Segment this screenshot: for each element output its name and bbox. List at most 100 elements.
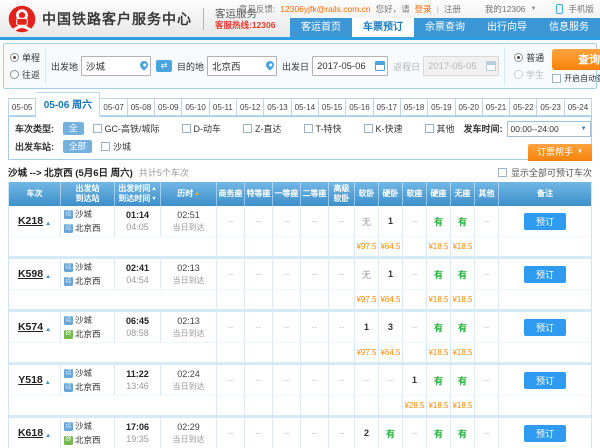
date-tab-05-11[interactable]: 05-11	[210, 98, 237, 116]
col-header-1[interactable]: 出发站到达站	[61, 182, 115, 206]
expand-icon[interactable]: ▲	[45, 380, 51, 386]
col-header-12[interactable]: 硬座	[427, 182, 451, 206]
checkbox-icon[interactable]	[364, 124, 373, 133]
col-header-15[interactable]: 备注	[499, 182, 591, 206]
station-all-chip[interactable]: 全部	[63, 140, 92, 153]
price-cell	[245, 237, 273, 256]
book-button[interactable]: 预订	[524, 266, 566, 283]
book-button[interactable]: 预订	[524, 425, 566, 442]
checkbox-icon[interactable]	[552, 74, 561, 83]
date-tab-05-08[interactable]: 05-08	[128, 98, 155, 116]
col-header-7[interactable]: 二等座	[301, 182, 329, 206]
book-button[interactable]: 预订	[524, 213, 566, 230]
show-all-option[interactable]: 显示全部可预订车次	[498, 166, 592, 179]
date-tab-05-15[interactable]: 05-15	[319, 98, 346, 116]
radio-icon[interactable]	[10, 70, 19, 79]
query-button[interactable]: 查询	[552, 49, 600, 70]
train-type-filter[interactable]: 其他	[425, 122, 455, 135]
col-header-3[interactable]: 历时▲	[161, 182, 217, 206]
booking-helper-button[interactable]: 订票帮手 ▼	[528, 144, 592, 161]
checkbox-icon[interactable]	[243, 124, 252, 133]
date-tab-05-24[interactable]: 05-24	[565, 98, 592, 116]
price-cell	[355, 396, 379, 415]
checkbox-icon[interactable]	[182, 124, 191, 133]
col-header-5[interactable]: 特等座	[245, 182, 273, 206]
col-header-13[interactable]: 无座	[451, 182, 475, 206]
date-tab-05-05[interactable]: 05-05	[8, 98, 36, 116]
train-number-link[interactable]: Y518	[18, 374, 43, 386]
depart-time-select[interactable]: 00:00--24:00 ▼	[507, 121, 591, 137]
checkbox-icon[interactable]	[425, 124, 434, 133]
date-tab-05-07[interactable]: 05-07	[100, 98, 127, 116]
train-type-filter[interactable]: Z-直达	[243, 122, 282, 135]
train-type-filter[interactable]: GC-高铁/城际	[93, 122, 160, 135]
nav-tab-remaining-tickets[interactable]: 余票查询	[414, 18, 476, 37]
train-number-link[interactable]: K598	[18, 268, 43, 280]
date-tab-05-19[interactable]: 05-19	[428, 98, 455, 116]
trip-single-radio[interactable]: 单程	[10, 51, 40, 64]
checkbox-icon[interactable]	[93, 124, 102, 133]
checkbox-icon[interactable]	[101, 142, 110, 151]
date-tab-05-16[interactable]: 05-16	[346, 98, 373, 116]
train-number-link[interactable]: K574	[18, 321, 43, 333]
radio-icon[interactable]	[10, 53, 19, 62]
date-tab-05-12[interactable]: 05-12	[237, 98, 264, 116]
seat-availability-cell: --	[329, 418, 355, 448]
feedback-email-link[interactable]: 12306yjfk@rails.com.cn	[280, 4, 370, 14]
train-type-filter[interactable]: K-快速	[364, 122, 403, 135]
train-number-link[interactable]: K618	[18, 427, 43, 439]
checkbox-icon[interactable]	[498, 168, 507, 177]
date-tab-05-18[interactable]: 05-18	[401, 98, 428, 116]
nav-tab-home[interactable]: 客运首页	[290, 18, 352, 37]
date-tab-05-14[interactable]: 05-14	[292, 98, 319, 116]
col-header-11[interactable]: 软座	[403, 182, 427, 206]
swap-stations-icon[interactable]: ⇄	[156, 60, 172, 72]
login-link[interactable]: 登录	[415, 3, 432, 15]
col-header-14[interactable]: 其他	[475, 182, 499, 206]
date-tab-05-13[interactable]: 05-13	[264, 98, 291, 116]
date-tab-05-22[interactable]: 05-22	[510, 98, 537, 116]
date-tab-05-06[interactable]: 05-06 周六	[36, 92, 100, 117]
trip-round-radio[interactable]: 往返	[10, 68, 40, 81]
duration-value: 02:13	[177, 316, 200, 326]
col-header-0[interactable]: 车次	[9, 182, 61, 206]
col-header-6[interactable]: 一等座	[273, 182, 301, 206]
register-link[interactable]: 注册	[444, 3, 461, 15]
col-header-9[interactable]: 软卧	[355, 182, 379, 206]
date-tab-05-21[interactable]: 05-21	[483, 98, 510, 116]
train-type-filter[interactable]: T-特快	[304, 122, 342, 135]
nav-tab-info-service[interactable]: 信息服务	[538, 18, 600, 37]
depart-station-filter[interactable]: 沙城	[101, 140, 131, 153]
book-button[interactable]: 预订	[524, 319, 566, 336]
date-tab-05-17[interactable]: 05-17	[374, 98, 401, 116]
date-tab-05-10[interactable]: 05-10	[182, 98, 209, 116]
station-cell: 过沙城过北京西	[61, 259, 115, 289]
train-type-all-chip[interactable]: 全部	[63, 122, 84, 135]
date-tab-05-09[interactable]: 05-09	[155, 98, 182, 116]
checkbox-icon[interactable]	[304, 124, 313, 133]
date-tab-05-20[interactable]: 05-20	[456, 98, 483, 116]
radio-icon[interactable]	[514, 53, 523, 62]
nav-tab-travel-guide[interactable]: 出行向导	[476, 18, 538, 37]
col-header-10[interactable]: 硬卧	[379, 182, 403, 206]
col-header-8[interactable]: 高级软卧	[329, 182, 355, 206]
mobile-version-link[interactable]: 手机版	[568, 3, 594, 15]
expand-icon[interactable]: ▲	[45, 327, 51, 333]
expand-icon[interactable]: ▲	[45, 274, 51, 280]
col-header-4[interactable]: 商务座	[217, 182, 245, 206]
my12306-menu[interactable]: 我的12306	[485, 3, 526, 15]
train-number-link[interactable]: K218	[18, 215, 43, 227]
book-button[interactable]: 预订	[524, 372, 566, 389]
calendar-icon[interactable]	[375, 61, 385, 71]
train-type-filter[interactable]: D-动车	[182, 122, 222, 135]
price-cell	[475, 396, 499, 415]
col-header-2[interactable]: 出发时间▲到达时间▼	[115, 182, 161, 206]
chevron-down-icon[interactable]: ▼	[531, 6, 537, 12]
nav-tab-booking[interactable]: 车票预订	[352, 18, 414, 37]
auto-query-option[interactable]: 开启自动查询	[552, 73, 600, 84]
expand-icon[interactable]: ▲	[45, 433, 51, 439]
arrive-station-name: 北京西	[75, 434, 101, 446]
expand-icon[interactable]: ▲	[45, 221, 51, 227]
date-tab-05-23[interactable]: 05-23	[537, 98, 564, 116]
passenger-normal-radio[interactable]: 普通	[514, 51, 544, 64]
